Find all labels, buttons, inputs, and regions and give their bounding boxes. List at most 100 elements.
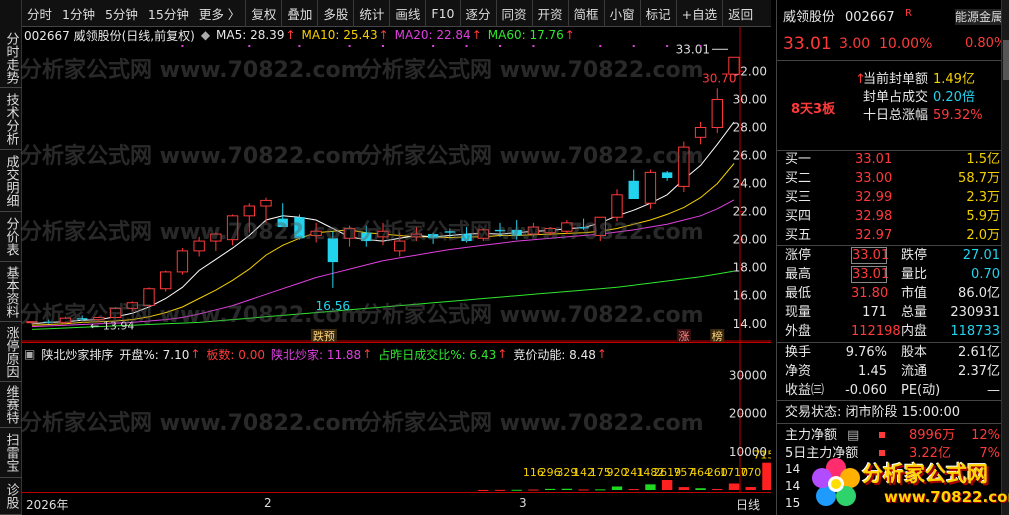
toolbar-button-10[interactable]: F10 [425, 0, 459, 27]
candle-body [628, 180, 639, 200]
ma10-arrow: ↑ [378, 28, 389, 42]
zhanzuo-label: 占昨日成交比%: 6.43 [378, 347, 497, 362]
toolbar-button-17[interactable]: +自选 [675, 0, 722, 27]
ma20-arrow: ↑ [471, 28, 482, 42]
marker-dot [298, 45, 301, 47]
quote-value: 171 [862, 305, 887, 320]
orderbook-row[interactable]: 买一 33.01 1.5亿 [777, 150, 1002, 169]
watermark: 分析家公式网 www.70822.com [360, 411, 704, 436]
left-tab-8[interactable]: 诊股 [0, 478, 22, 515]
flow-row: 主力净额 ▤ 8996万 12% [777, 426, 1002, 445]
quote-value-2: 0.70 [971, 267, 1000, 282]
toolbar-button-7[interactable]: 多股 [317, 0, 353, 27]
shanbei-arrow: ↑ [362, 347, 373, 361]
toolbar-button-13[interactable]: 开资 [531, 0, 568, 27]
scrollbar-thumb[interactable] [1003, 40, 1009, 80]
marker-dot [666, 45, 669, 47]
toolbar-button-9[interactable]: 画线 [389, 0, 425, 27]
tag-jieyu: 跌预 [313, 329, 335, 342]
marker-dot [181, 45, 184, 47]
indicator-bar [762, 462, 771, 490]
left-tab-1[interactable]: 技术分析 [0, 88, 22, 150]
left-tab-7[interactable]: 扫雷宝 [0, 428, 22, 478]
seal-row: 十日总涨幅 59.32% [777, 106, 1002, 125]
left-tab-6[interactable]: 维赛特 [0, 382, 22, 428]
orderbook-row[interactable]: 买四 32.98 5.9万 [777, 207, 1002, 226]
ma20-label: MA20: 22.84 [394, 28, 471, 42]
flow-list-icon[interactable]: ▤ [847, 426, 859, 445]
bid-volume: 58.7万 [958, 171, 1000, 186]
orderbook-row[interactable]: 买三 32.99 2.3万 [777, 188, 1002, 207]
indicator-bar [745, 487, 756, 490]
period-label[interactable]: 日线 [736, 496, 760, 513]
orderbook-row[interactable]: 买二 33.00 58.7万 [777, 169, 1002, 188]
indicator-bar [511, 489, 522, 491]
toolbar-button-4[interactable]: 更多 〉 [194, 0, 245, 27]
stats-value-2: — [987, 383, 1000, 398]
toolbar-button-16[interactable]: 标记 [639, 0, 676, 27]
toolbar-button-12[interactable]: 同资 [495, 0, 532, 27]
bid-price: 32.98 [855, 209, 893, 224]
watermark: 分析家公式网 www.70822.com [20, 58, 364, 83]
price-tick-label: 30.00 [733, 92, 767, 106]
bid-price: 32.97 [855, 228, 893, 243]
toolbar-button-14[interactable]: 简框 [567, 0, 604, 27]
ma60-label: MA60: 17.76 [487, 28, 564, 42]
seal-label: 当前封单额 [863, 72, 929, 87]
orderbook-row[interactable]: 买五 32.97 2.0万 [777, 226, 1002, 245]
price-row: 33.01 3.00 10.00% 0.80% [777, 33, 1006, 55]
left-tab-3[interactable]: 分价表 [0, 212, 22, 262]
kaipan-arrow: ↑ [190, 347, 201, 361]
left-tab-4[interactable]: 基本资料 [0, 262, 22, 322]
bid-label: 买一 [785, 152, 812, 167]
bid-price: 32.99 [855, 190, 893, 205]
candle-body [260, 199, 272, 207]
candle-body [644, 171, 657, 204]
chart-legend: 002667 威领股份(日线,前复权) ◆ MA5: 28.39 ↑ MA10: … [24, 27, 581, 43]
price-tick-label: 16.00 [733, 289, 767, 303]
quote-value-2: 118733 [950, 324, 1000, 339]
indicator-dropdown-icon[interactable]: ▣ [24, 347, 35, 361]
quote-value: 33.01 [851, 266, 890, 283]
indicator-name[interactable]: 陕北炒家排序 [41, 346, 113, 363]
right-scrollbar[interactable] [1001, 0, 1009, 515]
toolbar-button-5[interactable]: 复权 [245, 0, 281, 27]
indicator-bar [561, 488, 573, 490]
marker-dot [348, 45, 351, 47]
toolbar-button-18[interactable]: 返回 [722, 0, 758, 27]
watermark: 分析家公式网 www.70822.com [20, 411, 364, 436]
ma10-label: MA10: 25.43 [301, 28, 378, 42]
toolbar-button-1[interactable]: 1分钟 [57, 0, 100, 27]
watermark: 分析家公式网 www.70822.com [360, 220, 704, 245]
sector-badge[interactable]: 能源金属 [955, 9, 1003, 25]
chart-stock-title: 002667 威领股份(日线,前复权) [24, 28, 195, 43]
price-change: 3.00 [839, 36, 871, 52]
stock-name: 威领股份 [783, 10, 836, 25]
left-tab-0[interactable]: 分时走势 [0, 28, 22, 88]
toolbar-button-6[interactable]: 叠加 [281, 0, 317, 27]
quote-panel: 威领股份 002667 R 能源金属 33.01 3.00 10.00% 0.8… [776, 0, 1009, 515]
indicator-bar [578, 489, 589, 491]
stats-value-2: 2.61亿 [958, 345, 1000, 360]
left-tab-5[interactable]: 涨停原因 [0, 322, 22, 382]
toolbar-button-3[interactable]: 15分钟 [143, 0, 194, 27]
toolbar-button-11[interactable]: 逐分 [459, 0, 496, 27]
stats-value: 1.45 [858, 364, 887, 379]
date-month-3: 3 [519, 496, 527, 510]
indicator-bar [628, 489, 639, 491]
shanbei-label: 陕北炒家: 11.88 [270, 347, 362, 362]
toolbar-button-15[interactable]: 小窗 [603, 0, 640, 27]
quote-label-2: 总量 [901, 305, 928, 320]
bid-label: 买二 [785, 171, 812, 186]
toolbar-button-2[interactable]: 5分钟 [100, 0, 143, 27]
stats-label: 收益㈢ [785, 383, 825, 398]
chart-toolbar: 分时 1分钟 5分钟 15分钟 更多 〉复权 叠加 多股 统计 画线 F10 逐分 同资 开资 简框 小窗标… [22, 0, 771, 27]
price-tick-label: 20.00 [733, 233, 767, 247]
marker-dot [632, 45, 635, 47]
toolbar-button-0[interactable]: 分时 [22, 0, 57, 27]
price-tick-label: 14.00 [733, 317, 767, 331]
marker-dot [248, 45, 251, 47]
bid-volume: 1.5亿 [966, 152, 1000, 167]
toolbar-button-8[interactable]: 统计 [353, 0, 389, 27]
left-tab-2[interactable]: 成交明细 [0, 150, 22, 212]
